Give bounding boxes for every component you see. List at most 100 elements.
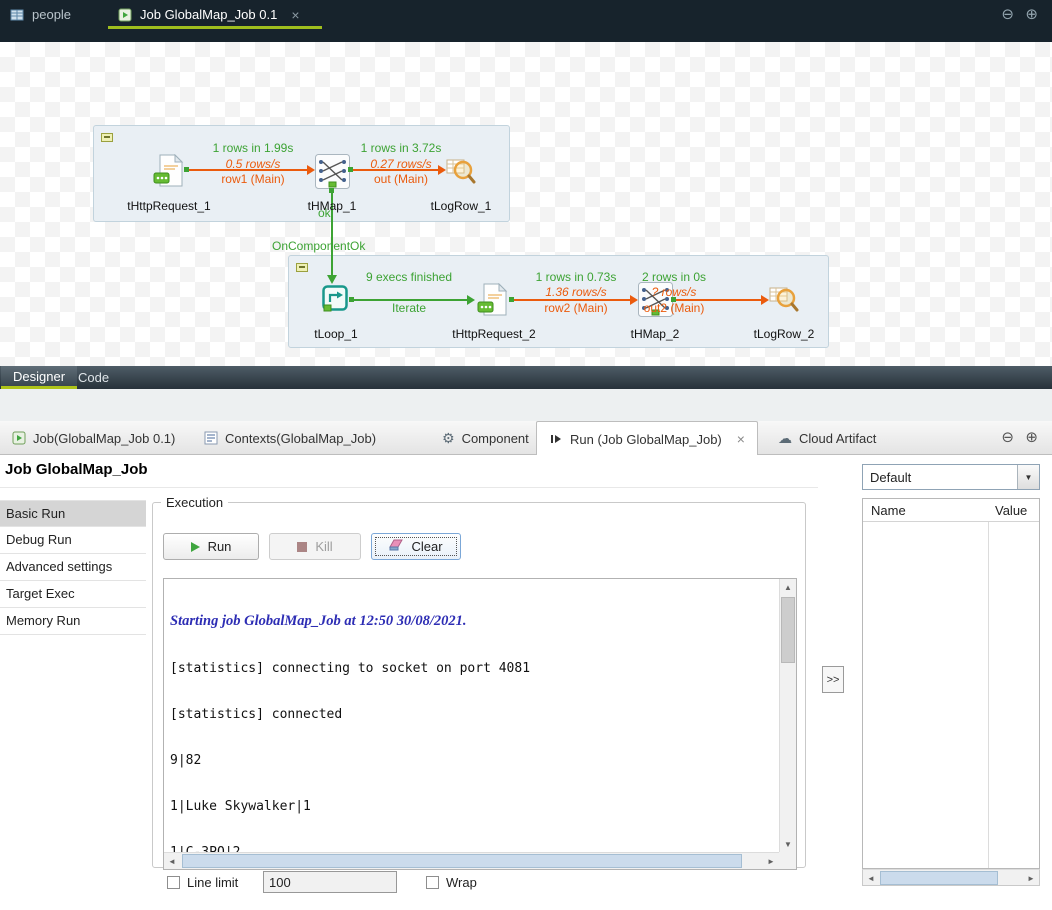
designer-code-bar: Designer Code	[0, 366, 1052, 389]
job-icon	[12, 431, 26, 445]
link-row1-stats: 1 rows in 1.99s	[188, 141, 318, 155]
chevron-down-icon[interactable]: ▼	[1017, 465, 1039, 489]
expand-console-button[interactable]: >>	[822, 666, 844, 693]
view-tab-cloud-artifact[interactable]: ☁ Cloud Artifact	[766, 421, 888, 455]
kill-button-label: Kill	[315, 539, 332, 554]
editor-tab-people[interactable]: people	[0, 0, 100, 29]
run-sidebar: Basic Run Debug Run Advanced settings Ta…	[0, 500, 146, 635]
flow-link-row1[interactable]	[186, 169, 307, 171]
collapse-subjob-icon[interactable]	[296, 263, 308, 272]
context-select-value: Default	[870, 470, 911, 485]
run-button-label: Run	[208, 539, 232, 554]
link-row1-label[interactable]: row1 (Main)	[188, 172, 318, 186]
editor-tab-job-label: Job GlobalMap_Job 0.1	[140, 7, 277, 22]
column-header-name[interactable]: Name	[871, 503, 906, 518]
console-vertical-scrollbar[interactable]: ▲ ▼	[779, 579, 796, 852]
view-tab-component[interactable]: ⚙ Component	[430, 421, 541, 455]
console-line: [statistics] connecting to socket on por…	[170, 661, 773, 676]
subjob-2[interactable]: 9 execs finished Iterate 1 rows in 0.73s…	[288, 255, 829, 348]
close-icon[interactable]: ×	[737, 431, 745, 447]
view-tab-run-label: Run (Job GlobalMap_Job)	[570, 432, 722, 447]
editor-tab-people-label: people	[32, 7, 71, 22]
sidebar-item-advanced-settings[interactable]: Advanced settings	[0, 554, 146, 581]
editor-bottom-gap	[0, 389, 1052, 421]
table-icon	[10, 8, 24, 22]
sidebar-item-debug-run[interactable]: Debug Run	[0, 527, 146, 554]
maximize-icon[interactable]: ⊕	[1025, 7, 1038, 22]
clear-button[interactable]: Clear	[371, 533, 461, 560]
scroll-left-icon[interactable]: ◄	[863, 870, 879, 886]
run-button[interactable]: Run	[163, 533, 259, 560]
sidebar-item-target-exec[interactable]: Target Exec	[0, 581, 146, 608]
scrollbar-corner	[779, 852, 796, 869]
thttprequest-icon	[477, 303, 510, 320]
console-output[interactable]: Starting job GlobalMap_Job at 12:50 30/0…	[163, 578, 797, 870]
wrap-checkbox[interactable]	[426, 876, 439, 889]
scroll-right-icon[interactable]: ►	[763, 853, 779, 869]
collapse-subjob-icon[interactable]	[101, 133, 113, 142]
subjob-1[interactable]: 1 rows in 1.99s 0.5 rows/s row1 (Main) 1…	[93, 125, 510, 222]
tlogrow-icon	[769, 302, 799, 319]
link-out-label[interactable]: out (Main)	[336, 172, 466, 186]
line-limit-input[interactable]	[263, 871, 397, 893]
job-design-canvas[interactable]: 1 rows in 1.99s 0.5 rows/s row1 (Main) 1…	[0, 42, 1052, 366]
scroll-up-icon[interactable]: ▲	[780, 579, 796, 595]
trigger-source-dot	[329, 188, 334, 193]
component-label[interactable]: tHttpRequest_1	[104, 199, 234, 213]
component-label[interactable]: tHMap_2	[590, 327, 720, 341]
view-tab-run[interactable]: Run (Job GlobalMap_Job) ×	[536, 421, 758, 456]
context-select[interactable]: Default ▼	[862, 464, 1040, 490]
sidebar-item-basic-run[interactable]: Basic Run	[0, 500, 146, 527]
scroll-down-icon[interactable]: ▼	[780, 836, 796, 852]
maximize-view-icon[interactable]: ⊕	[1025, 430, 1038, 445]
execution-legend: Execution	[161, 495, 228, 510]
scrollbar-thumb[interactable]	[182, 854, 742, 868]
stop-icon	[297, 542, 307, 552]
talend-studio-window: people Job GlobalMap_Job 0.1 × ⊖ ⊕	[0, 0, 1052, 910]
component-label[interactable]: tLogRow_1	[396, 199, 526, 213]
cloud-icon: ☁	[778, 430, 792, 447]
minimize-view-icon[interactable]: ⊖	[1001, 430, 1014, 445]
trigger-ok-label: ok	[318, 206, 358, 220]
console-line: 9|82	[170, 753, 773, 768]
kill-button[interactable]: Kill	[269, 533, 361, 560]
link-out2-label[interactable]: out2 (Main)	[609, 301, 739, 315]
active-tab-underline	[108, 26, 322, 29]
scrollbar-thumb[interactable]	[880, 871, 998, 885]
view-tab-job[interactable]: Job(GlobalMap_Job 0.1)	[0, 421, 187, 455]
scroll-right-icon[interactable]: ►	[1023, 870, 1039, 886]
tab-code[interactable]: Code	[66, 366, 121, 389]
close-icon[interactable]: ×	[291, 8, 299, 22]
view-tab-component-label: Component	[462, 431, 529, 446]
component-thttprequest-2[interactable]	[477, 283, 510, 321]
scrollbar-thumb[interactable]	[781, 597, 795, 663]
link-iterate-label[interactable]: Iterate	[344, 301, 474, 315]
trigger-label[interactable]: OnComponentOk	[272, 239, 402, 253]
component-label[interactable]: tHttpRequest_2	[429, 327, 559, 341]
context-horizontal-scrollbar[interactable]: ◄ ►	[862, 869, 1040, 886]
line-limit-checkbox[interactable]	[167, 876, 180, 889]
view-tab-contexts[interactable]: Contexts(GlobalMap_Job)	[192, 421, 388, 455]
console-horizontal-scrollbar[interactable]: ◄ ►	[164, 852, 779, 869]
clear-button-label: Clear	[411, 539, 442, 554]
context-variables-table[interactable]: Name Value	[862, 498, 1040, 869]
flow-link-out[interactable]	[350, 169, 438, 171]
console-line: 1|Luke Skywalker|1	[170, 799, 773, 814]
component-thttprequest-1[interactable]	[153, 154, 186, 192]
console-line: [statistics] connected	[170, 707, 773, 722]
editor-tab-job[interactable]: Job GlobalMap_Job 0.1 ×	[108, 0, 322, 29]
view-tab-contexts-label: Contexts(GlobalMap_Job)	[225, 431, 376, 446]
contexts-icon	[204, 431, 218, 445]
component-tlogrow-2[interactable]	[769, 285, 799, 320]
view-tab-job-label: Job(GlobalMap_Job 0.1)	[33, 431, 175, 446]
column-header-value[interactable]: Value	[995, 503, 1027, 518]
sidebar-item-memory-run[interactable]: Memory Run	[0, 608, 146, 635]
tab-code-label: Code	[78, 370, 109, 385]
minimize-icon[interactable]: ⊖	[1001, 7, 1014, 22]
component-label[interactable]: tLoop_1	[271, 327, 401, 341]
link-iterate-stats: 9 execs finished	[344, 270, 474, 284]
thttprequest-icon	[153, 174, 186, 191]
component-label[interactable]: tLogRow_2	[719, 327, 849, 341]
scroll-left-icon[interactable]: ◄	[164, 853, 180, 869]
run-icon	[549, 432, 563, 446]
